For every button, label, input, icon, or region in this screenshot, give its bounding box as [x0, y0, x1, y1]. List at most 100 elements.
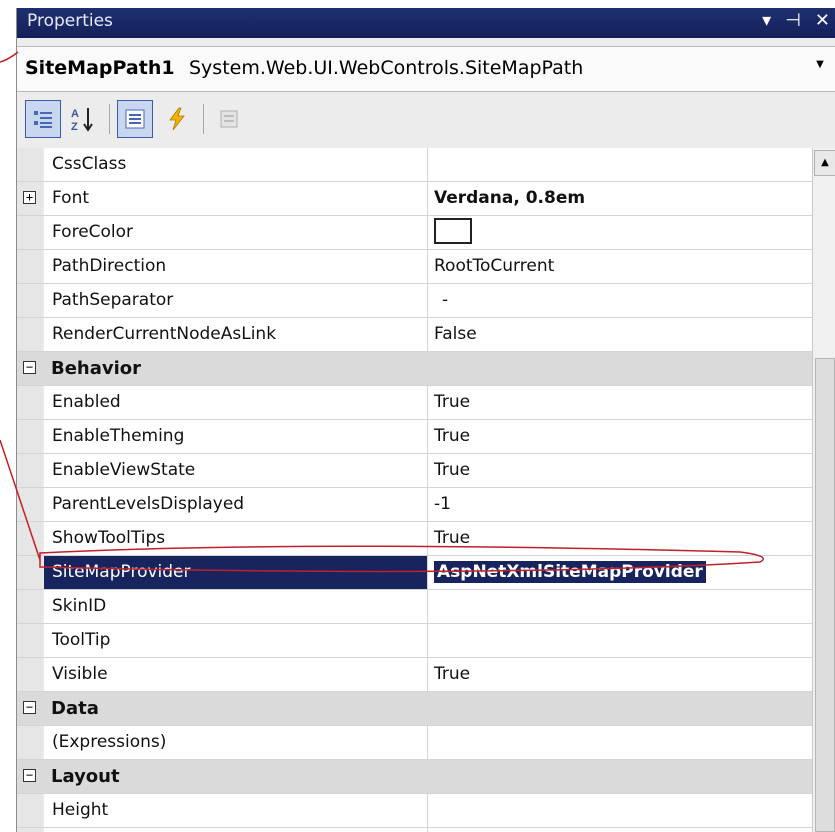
- property-name[interactable]: Visible: [44, 658, 428, 691]
- row-gutter: [17, 386, 43, 419]
- property-name[interactable]: CssClass: [44, 148, 428, 181]
- property-pages-button[interactable]: [211, 100, 247, 138]
- property-name[interactable]: ToolTip: [44, 624, 428, 657]
- categorized-button[interactable]: [25, 100, 61, 138]
- property-row[interactable]: + Font Verdana, 0.8em: [17, 182, 812, 216]
- property-row[interactable]: SiteMapProvider AspNetXmlSiteMapProvider: [17, 556, 812, 590]
- property-row[interactable]: Visible True: [17, 658, 812, 692]
- properties-icon: [125, 109, 145, 129]
- property-value[interactable]: [428, 794, 812, 827]
- row-gutter: [17, 250, 43, 283]
- alphabetical-button[interactable]: A Z: [65, 100, 101, 138]
- property-name[interactable]: EnableTheming: [44, 420, 428, 453]
- title-bar: Properties ▾ ⊣ ✕: [17, 8, 835, 38]
- property-row[interactable]: Width: [17, 828, 812, 832]
- property-value[interactable]: True: [428, 454, 812, 487]
- property-name[interactable]: RenderCurrentNodeAsLink: [44, 318, 428, 351]
- property-row[interactable]: EnableTheming True: [17, 420, 812, 454]
- row-gutter: [17, 318, 43, 351]
- close-icon[interactable]: ✕: [815, 10, 830, 31]
- property-name[interactable]: Width: [44, 828, 428, 832]
- category-row-data[interactable]: − Data: [17, 692, 812, 726]
- property-name[interactable]: Font: [44, 182, 428, 215]
- events-button[interactable]: [159, 100, 195, 138]
- property-name[interactable]: Height: [44, 794, 428, 827]
- chevron-down-icon[interactable]: ▼: [812, 59, 828, 79]
- selected-value-text[interactable]: AspNetXmlSiteMapProvider: [434, 561, 706, 583]
- property-name[interactable]: ForeColor: [44, 216, 428, 249]
- property-value[interactable]: [428, 148, 812, 181]
- property-value[interactable]: [428, 590, 812, 623]
- property-value[interactable]: Verdana, 0.8em: [428, 182, 812, 215]
- category-label: Layout: [51, 766, 120, 787]
- property-value[interactable]: True: [428, 658, 812, 691]
- property-name[interactable]: ShowToolTips: [44, 522, 428, 555]
- category-label: Data: [51, 698, 99, 719]
- property-value[interactable]: [428, 828, 812, 832]
- category-row-behavior[interactable]: − Behavior: [17, 352, 812, 386]
- property-row[interactable]: ForeColor: [17, 216, 812, 250]
- selected-object-type: System.Web.UI.WebControls.SiteMapPath: [189, 57, 584, 79]
- property-value[interactable]: RootToCurrent: [428, 250, 812, 283]
- title-bar-controls: ▾ ⊣ ✕: [762, 10, 830, 31]
- property-name[interactable]: (Expressions): [44, 726, 428, 759]
- scrollbar-thumb[interactable]: [815, 358, 835, 832]
- expand-plus-icon[interactable]: +: [23, 191, 36, 204]
- property-value[interactable]: True: [428, 386, 812, 419]
- collapse-minus-icon[interactable]: −: [23, 361, 36, 374]
- row-gutter: [17, 828, 43, 832]
- properties-button[interactable]: [117, 100, 153, 138]
- property-row[interactable]: PathDirection RootToCurrent: [17, 250, 812, 284]
- color-swatch[interactable]: [434, 218, 472, 244]
- property-value[interactable]: False: [428, 318, 812, 351]
- property-value[interactable]: True: [428, 522, 812, 555]
- property-value[interactable]: True: [428, 420, 812, 453]
- property-row[interactable]: ParentLevelsDisplayed -1: [17, 488, 812, 522]
- property-name[interactable]: Enabled: [44, 386, 428, 419]
- property-row[interactable]: CssClass: [17, 148, 812, 182]
- property-row[interactable]: Height: [17, 794, 812, 828]
- category-row-layout[interactable]: − Layout: [17, 760, 812, 794]
- scroll-up-arrow-icon[interactable]: ▲: [814, 150, 835, 176]
- collapse-minus-icon[interactable]: −: [23, 769, 36, 782]
- property-grid: CssClass + Font Verdana, 0.8em ForeColor Path…: [17, 148, 812, 832]
- property-row[interactable]: (Expressions): [17, 726, 812, 760]
- property-value[interactable]: [428, 726, 812, 759]
- property-row[interactable]: ToolTip: [17, 624, 812, 658]
- property-value[interactable]: [428, 216, 812, 249]
- object-selector-dropdown[interactable]: SiteMapPath1 System.Web.UI.WebControls.S…: [17, 46, 835, 92]
- svg-text:A: A: [71, 108, 79, 120]
- svg-text:Z: Z: [71, 121, 78, 133]
- row-gutter: [17, 420, 43, 453]
- row-gutter: [17, 454, 43, 487]
- row-gutter: [17, 488, 43, 521]
- auto-hide-pin-icon[interactable]: ⊣: [785, 10, 801, 31]
- property-pages-icon: [220, 110, 238, 128]
- property-name[interactable]: PathSeparator: [44, 284, 428, 317]
- property-row[interactable]: EnableViewState True: [17, 454, 812, 488]
- toolbar-separator: [203, 104, 204, 134]
- property-row[interactable]: SkinID: [17, 590, 812, 624]
- property-row[interactable]: RenderCurrentNodeAsLink False: [17, 318, 812, 352]
- property-name[interactable]: ParentLevelsDisplayed: [44, 488, 428, 521]
- vertical-scrollbar[interactable]: ▲: [812, 148, 835, 832]
- property-name[interactable]: PathDirection: [44, 250, 428, 283]
- row-gutter: [17, 590, 43, 623]
- property-row[interactable]: ShowToolTips True: [17, 522, 812, 556]
- property-name[interactable]: SkinID: [44, 590, 428, 623]
- row-gutter: [17, 726, 43, 759]
- window-position-dropdown-icon[interactable]: ▾: [762, 10, 771, 31]
- property-value[interactable]: -1: [428, 488, 812, 521]
- collapse-minus-icon[interactable]: −: [23, 701, 36, 714]
- category-label: Behavior: [51, 358, 142, 379]
- property-name[interactable]: EnableViewState: [44, 454, 428, 487]
- property-value[interactable]: AspNetXmlSiteMapProvider: [428, 556, 812, 589]
- row-gutter: [17, 284, 43, 317]
- row-gutter: [17, 522, 43, 555]
- alphabetical-sort-icon: A Z: [71, 108, 93, 133]
- property-value[interactable]: [428, 624, 812, 657]
- property-name[interactable]: SiteMapProvider: [44, 556, 428, 589]
- property-row[interactable]: PathSeparator -: [17, 284, 812, 318]
- property-value[interactable]: -: [428, 284, 812, 317]
- property-row[interactable]: Enabled True: [17, 386, 812, 420]
